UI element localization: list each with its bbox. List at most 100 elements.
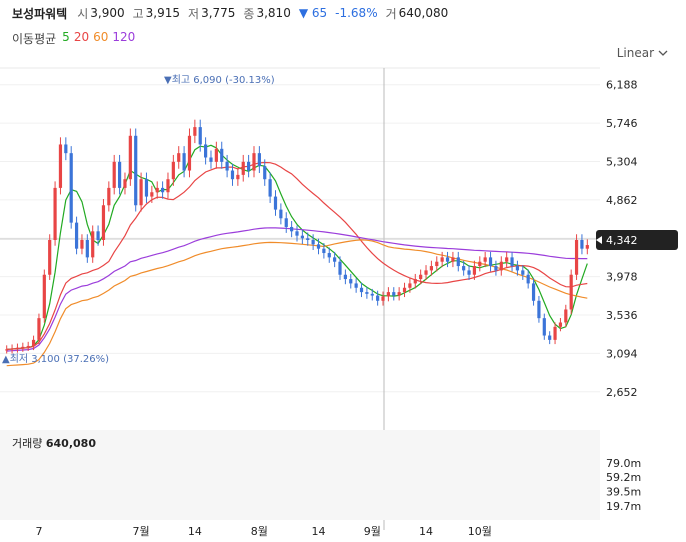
svg-text:4,342: 4,342 (606, 234, 638, 247)
candle-body (107, 187, 111, 206)
candle-body (429, 266, 434, 271)
high-annotation: ▼최고 6,090 (-30.13%) (164, 74, 275, 86)
candle-body (462, 266, 466, 271)
price-tick-label: 6,188 (606, 79, 638, 92)
candle-body (101, 205, 106, 240)
candle-body (5, 349, 9, 351)
volume-tick-label: 79.0m (606, 457, 641, 470)
candle-body (128, 135, 132, 180)
candle-body (284, 218, 288, 227)
volume-tick-label: 59.2m (606, 471, 641, 484)
candle-body (435, 261, 439, 267)
candle-body (300, 235, 304, 239)
candle-body (150, 192, 154, 197)
candle-body (338, 261, 342, 275)
candle-body (370, 293, 374, 296)
candle-body (263, 166, 267, 180)
candle-body (69, 153, 73, 223)
candle-body (58, 144, 63, 188)
candle-body (499, 261, 503, 271)
candle-body (177, 153, 181, 162)
candle-body (26, 345, 30, 347)
volume-tick-label: 39.5m (606, 485, 641, 498)
candle-body (91, 231, 95, 258)
candle-body (144, 179, 149, 197)
candle-body (279, 209, 283, 219)
candle-body (392, 292, 396, 296)
candle-body (456, 257, 460, 267)
low-annotation: ▲최저 3,100 (37.26%) (2, 353, 109, 365)
candle-body (408, 283, 412, 288)
candle-body (359, 287, 364, 293)
time-tick-label: 7월 (133, 525, 150, 538)
candle-body (402, 287, 407, 293)
candle-body (386, 292, 390, 297)
candle-body (558, 322, 563, 327)
price-tick-label: 5,304 (606, 155, 638, 168)
candle-body (333, 257, 337, 262)
candle-body (531, 283, 536, 301)
candle-body (537, 300, 541, 319)
candle-body (413, 279, 417, 284)
candles (5, 119, 589, 354)
candle-body (327, 253, 331, 258)
candle-body (585, 245, 589, 249)
time-tick-label: 8월 (251, 525, 268, 538)
candle-body (123, 179, 127, 188)
candle-body (187, 135, 192, 171)
candle-body (580, 240, 584, 249)
candle-body (268, 179, 272, 197)
candle-body (521, 270, 525, 275)
candle-body (440, 257, 444, 262)
candle-body (53, 187, 57, 240)
time-tick-label: 14 (312, 525, 326, 538)
candle-body (166, 179, 170, 193)
candle-body (139, 179, 143, 206)
price-chart[interactable]: 6,1885,7465,3044,8624,4203,9783,5363,094… (0, 0, 686, 542)
candle-body (10, 348, 14, 350)
candle-body (343, 274, 347, 280)
candle-body (230, 170, 235, 180)
candle-body (85, 240, 89, 258)
candle-body (252, 153, 256, 171)
volume-tick-label: 19.7m (606, 500, 641, 513)
time-axis: 7 7월 14 8월 14 9월 14 10월 (35, 525, 491, 538)
candle-body (236, 174, 240, 180)
candle-body (64, 144, 68, 154)
candle-body (483, 257, 487, 262)
price-tick-label: 5,746 (606, 117, 638, 130)
candle-body (322, 248, 326, 254)
candle-body (542, 318, 546, 336)
candle-body (37, 318, 41, 340)
volume-axis: 79.0m59.2m39.5m 19.7m (606, 457, 641, 513)
grid-lines (0, 84, 600, 393)
candle-body (354, 283, 358, 288)
time-tick-label: 7 (35, 525, 42, 538)
candle-body (424, 270, 428, 275)
candle-body (273, 196, 278, 210)
candle-body (171, 161, 175, 180)
candle-body (117, 161, 122, 188)
candle-body (510, 257, 514, 267)
time-tick-label: 14 (188, 525, 202, 538)
candle-body (214, 148, 218, 162)
candle-body (306, 238, 310, 240)
price-tick-label: 3,978 (606, 271, 638, 284)
candle-body (564, 309, 568, 323)
candle-body (311, 240, 315, 245)
candle-body (290, 226, 294, 232)
candle-body (134, 135, 138, 206)
candle-body (574, 240, 579, 275)
candle-body (526, 274, 530, 284)
candle-body (365, 292, 369, 294)
candle-body (419, 274, 423, 280)
candle-body (182, 153, 186, 171)
candle-body (48, 240, 52, 275)
price-tick-label: 4,862 (606, 194, 638, 207)
candle-body (193, 127, 197, 136)
candle-body (112, 161, 116, 188)
candle-body (488, 257, 493, 267)
volume-title: 거래량 640,080 (12, 437, 96, 450)
candle-body (241, 161, 245, 175)
current-price-badge: 4,342 (596, 230, 678, 250)
